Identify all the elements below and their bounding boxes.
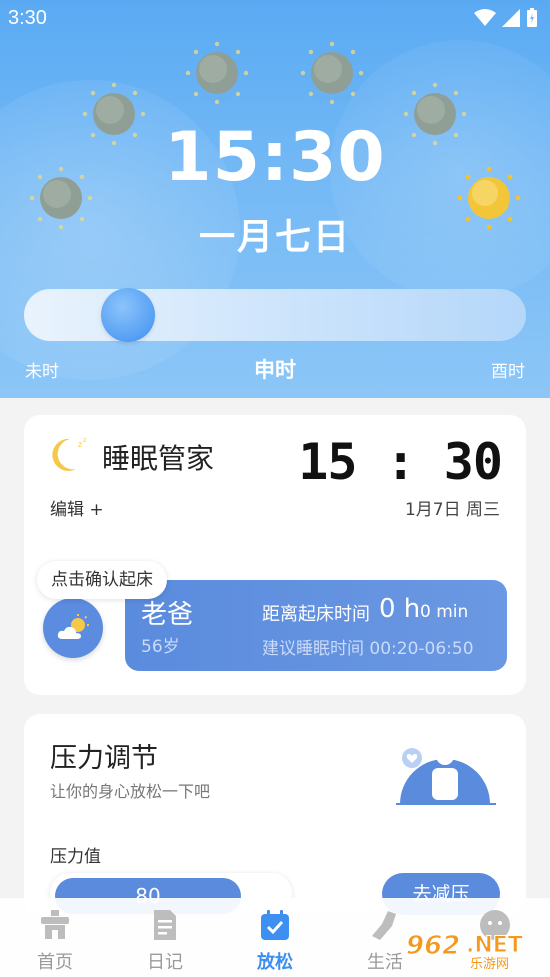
- svg-text:.NET: .NET: [466, 933, 523, 958]
- tab-diary[interactable]: 日记: [110, 898, 220, 977]
- time-slider-track[interactable]: [24, 289, 526, 341]
- signal-icon: [502, 9, 520, 27]
- hero-time: 15:30: [164, 118, 386, 197]
- time-slider-thumb[interactable]: [101, 288, 155, 342]
- moon-sleep-icon: z z: [52, 437, 86, 471]
- slider-right-label: 酉时: [491, 362, 525, 382]
- person-name: 老爸: [141, 600, 194, 630]
- svg-text:乐游网: 乐游网: [470, 957, 509, 970]
- stress-value-label: 压力值: [50, 847, 101, 867]
- battery-icon: [527, 8, 537, 27]
- sun-dim-icon: [300, 41, 364, 105]
- hero-date: 一月七日: [198, 217, 351, 258]
- wake-minutes: 0 min: [420, 602, 469, 622]
- shoe-icon: [372, 911, 396, 940]
- status-bar: 3:30: [0, 0, 550, 38]
- slider-current-label: 申时: [254, 358, 296, 382]
- confirm-wake-button[interactable]: 点击确认起床: [37, 561, 167, 599]
- partly-cloudy-icon: [57, 614, 89, 639]
- tab-home-label: 首页: [37, 952, 73, 973]
- tab-home[interactable]: 首页: [0, 898, 110, 977]
- wake-hours: 0 h: [379, 594, 421, 624]
- diary-icon: [154, 910, 176, 940]
- stress-subtitle: 让你的身心放松一下吧: [50, 782, 211, 801]
- stress-title: 压力调节: [50, 743, 158, 774]
- tab-relax-label: 放松: [257, 952, 293, 973]
- svg-text:962: 962: [406, 931, 460, 961]
- tab-relax[interactable]: 放松: [220, 898, 330, 977]
- watermark-logo: 962 .NET 乐游网: [406, 931, 524, 971]
- person-age: 56岁: [141, 637, 180, 657]
- sleep-title: 睡眠管家: [102, 442, 215, 475]
- home-icon: [41, 910, 69, 939]
- tab-diary-label: 日记: [147, 952, 183, 973]
- sleep-date: 1月7日 周三: [404, 500, 500, 520]
- status-icons: [474, 8, 538, 28]
- status-time: 3:30: [8, 7, 47, 29]
- wifi-icon: [474, 9, 496, 26]
- edit-button[interactable]: 编辑 +: [50, 495, 104, 520]
- wake-countdown-label: 距离起床时间: [262, 604, 370, 625]
- weather-avatar[interactable]: [43, 598, 103, 658]
- relax-person-illustration: [396, 747, 496, 805]
- sun-dim-icon: [185, 41, 249, 105]
- suggested-sleep-time: 建议睡眠时间 00:20-06:50: [262, 639, 474, 659]
- sleep-clock: 15 : 30: [298, 433, 503, 491]
- person-sleep-panel[interactable]: 老爸 56岁 距离起床时间 0 h 0 min 建议睡眠时间 00:20-06:…: [125, 580, 507, 671]
- svg-text:z: z: [83, 437, 86, 444]
- calendar-check-icon: [261, 910, 289, 940]
- svg-text:z: z: [78, 440, 82, 449]
